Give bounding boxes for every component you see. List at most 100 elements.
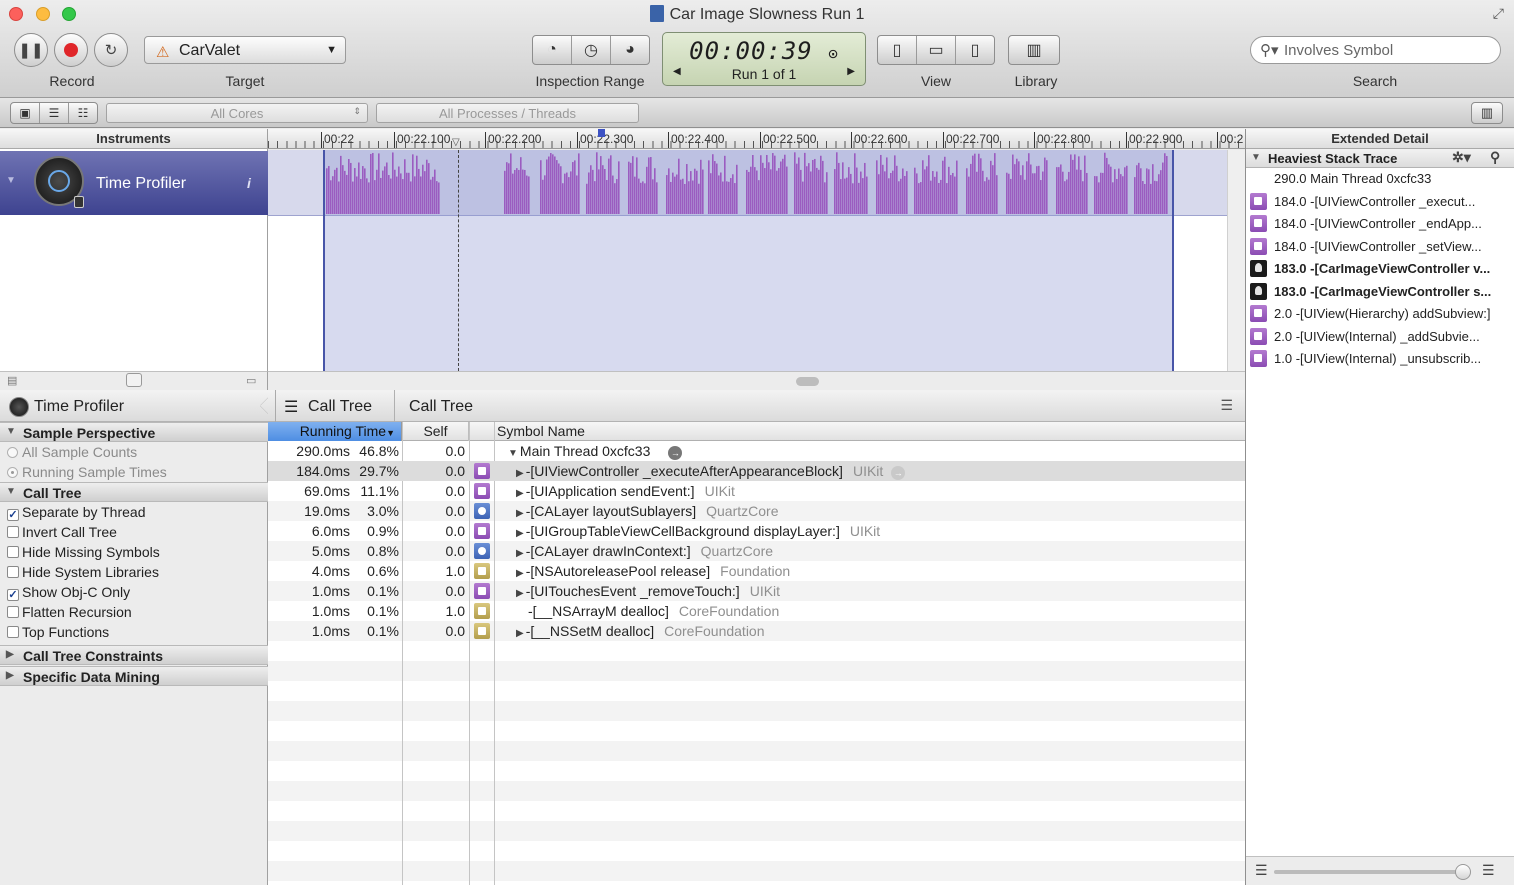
disclosure-closed-icon[interactable]: ▶	[516, 488, 524, 499]
zoom-slider-icon[interactable]	[126, 373, 142, 387]
self-column-header[interactable]: Self	[403, 422, 469, 441]
checkbox-checked-icon[interactable]: ✓	[7, 589, 19, 601]
mode-list-button[interactable]: ☰	[40, 103, 69, 123]
disclosure-closed-icon[interactable]: ▶	[516, 508, 524, 519]
detail-slider-track[interactable]	[1274, 870, 1466, 874]
call-tree-constraints-section[interactable]: ▶ Call Tree Constraints	[0, 645, 268, 665]
calltree-row[interactable]: 5.0ms 0.8% 0.0 ▶ -[CALayer drawInContext:] Qu…	[268, 541, 1245, 561]
symbol-name-column-header[interactable]: Symbol Name	[497, 422, 585, 441]
record-button[interactable]	[54, 33, 88, 67]
vertical-scrollbar[interactable]	[1227, 150, 1245, 371]
stack-frame-row[interactable]: 1.0 -[UIView(Internal) _unsubscrib...	[1246, 348, 1514, 370]
breadcrumb-call-tree[interactable]: Call Tree	[308, 398, 372, 416]
timeline-track[interactable]	[268, 150, 1245, 371]
stack-frame-row[interactable]: 290.0 Main Thread 0xcfc33	[1246, 168, 1514, 190]
timeline-ruler[interactable]: 00:22 00:22.100 00:22.200 00:22.300 00:2…	[268, 129, 1245, 149]
calltree-row[interactable]: 1.0ms 0.1% 1.0 -[__NSArrayM dealloc] CoreFou…	[268, 601, 1245, 621]
calltree-row[interactable]: 69.0ms 11.1% 0.0 ▶ -[UIApplication sendEvent…	[268, 481, 1245, 501]
specific-data-mining-section[interactable]: ▶ Specific Data Mining	[0, 666, 268, 686]
running-time-column-header[interactable]: Running Time▼	[268, 422, 402, 441]
calltree-row[interactable]: 1.0ms 0.1% 0.0 ▶ -[UITouchesEvent _removeTou…	[268, 581, 1245, 601]
stack-frame-row[interactable]: 2.0 -[UIView(Hierarchy) addSubview:]	[1246, 303, 1514, 325]
search-icon[interactable]: ⚲	[1490, 149, 1500, 166]
stack-frame-row[interactable]: 184.0 -[UIViewController _execut...	[1246, 191, 1514, 213]
option-hide-system-libraries[interactable]: Hide System Libraries	[7, 562, 159, 582]
disclosure-open-icon[interactable]: ▼	[508, 448, 518, 459]
heaviest-stack-header[interactable]: ▼ Heaviest Stack Trace ✲▾ ⚲	[1246, 149, 1514, 168]
scroll-thumb[interactable]	[796, 377, 819, 386]
go-arrow-icon[interactable]: →	[891, 466, 906, 480]
breadcrumb-call-tree-current[interactable]: Call Tree	[409, 398, 473, 416]
range-start-button[interactable]: ◔	[533, 36, 572, 64]
cores-popup[interactable]: All Cores ⇕	[106, 103, 368, 123]
list-icon[interactable]: ☰	[284, 397, 298, 417]
previous-run-button[interactable]: ◀	[673, 66, 681, 77]
all-sample-counts-radio[interactable]: All Sample Counts	[7, 442, 137, 462]
next-run-button[interactable]: ▶	[847, 66, 855, 77]
option-separate-by-thread[interactable]: ✓ Separate by Thread	[7, 502, 146, 522]
checkbox-icon[interactable]	[7, 626, 19, 638]
disclosure-closed-icon[interactable]: ▶	[516, 568, 524, 579]
checkbox-icon[interactable]	[7, 606, 19, 618]
expand-icon[interactable]: ☰	[1482, 862, 1495, 879]
range-end-button[interactable]: ◕	[611, 36, 649, 64]
option-hide-missing-symbols[interactable]: Hide Missing Symbols	[7, 542, 160, 562]
search-field[interactable]: ⚲▾ Involves Symbol	[1250, 36, 1501, 64]
disclosure-closed-icon[interactable]: ▶	[516, 588, 524, 599]
uikit-icon	[474, 483, 490, 499]
disclosure-triangle-icon[interactable]: ▼	[6, 175, 16, 186]
stack-frame-row[interactable]: 184.0 -[UIViewController _setView...	[1246, 236, 1514, 258]
option-show-obj-c-only[interactable]: ✓ Show Obj-C Only	[7, 582, 130, 602]
checkbox-checked-icon[interactable]: ✓	[7, 509, 19, 521]
timeline-scrollbar[interactable]	[268, 371, 1245, 390]
disclosure-closed-icon[interactable]: ▶	[516, 628, 524, 639]
instrument-row-time-profiler[interactable]: ▼ Time Profiler i	[0, 151, 268, 215]
view-left-button[interactable]: ▯	[878, 36, 917, 64]
disclosure-triangle-icon[interactable]: ▼	[1251, 152, 1261, 163]
fullscreen-icon[interactable]: ⤢	[1493, 5, 1504, 22]
target-popup[interactable]: ⚠ CarValet ▼	[144, 36, 346, 64]
option-top-functions[interactable]: Top Functions	[7, 622, 109, 642]
mode-detail-button[interactable]: ▣	[11, 103, 40, 123]
graph-icon[interactable]: ▤	[7, 374, 17, 387]
detail-slider-knob[interactable]	[1455, 864, 1471, 880]
stack-frame-row[interactable]: 183.0 -[CarImageViewController s...	[1246, 281, 1514, 303]
collapse-icon[interactable]: ☰	[1255, 862, 1268, 879]
stack-frame-row[interactable]: 183.0 -[CarImageViewController v...	[1246, 258, 1514, 280]
gear-icon[interactable]: ✲▾	[1452, 149, 1471, 166]
running-sample-times-radio[interactable]: Running Sample Times	[7, 462, 167, 482]
range-clock-button[interactable]: ◷	[572, 36, 611, 64]
disclosure-closed-icon[interactable]: ▶	[516, 528, 524, 539]
stack-frame-row[interactable]: 2.0 -[UIView(Internal) _addSubvie...	[1246, 326, 1514, 348]
menu-icon[interactable]: ☰	[1220, 397, 1233, 414]
calltree-row[interactable]: 1.0ms 0.1% 0.0 ▶ -[__NSSetM dealloc] CoreFoun…	[268, 621, 1245, 641]
checkbox-icon[interactable]	[7, 566, 19, 578]
calltree-row[interactable]: 290.0ms 46.8% 0.0 ▼ Main Thread 0xcfc33 →	[268, 441, 1245, 461]
extended-detail-button[interactable]: ▥	[1472, 103, 1502, 123]
playhead-marker[interactable]	[598, 129, 605, 137]
calltree-row[interactable]: 6.0ms 0.9% 0.0 ▶ -[UIGroupTableViewCellBackg…	[268, 521, 1245, 541]
view-bottom-button[interactable]: ▭	[917, 36, 956, 64]
sample-perspective-section[interactable]: ▼ Sample Perspective	[0, 422, 268, 442]
processes-popup[interactable]: All Processes / Threads	[376, 103, 639, 123]
window-icon[interactable]: ▭	[246, 374, 256, 387]
go-arrow-icon[interactable]: →	[668, 446, 683, 460]
info-icon[interactable]: i	[247, 175, 251, 191]
calltree-row[interactable]: 4.0ms 0.6% 1.0 ▶ -[NSAutoreleasePool release…	[268, 561, 1245, 581]
loop-button[interactable]: ↻	[94, 33, 128, 67]
mode-grid-button[interactable]: ☷	[69, 103, 97, 123]
checkbox-icon[interactable]	[7, 526, 19, 538]
call-tree-section[interactable]: ▼ Call Tree	[0, 482, 268, 502]
stack-frame-row[interactable]: 184.0 -[UIViewController _endApp...	[1246, 213, 1514, 235]
disclosure-closed-icon[interactable]: ▶	[516, 468, 524, 479]
option-invert-call-tree[interactable]: Invert Call Tree	[7, 522, 117, 542]
checkbox-icon[interactable]	[7, 546, 19, 558]
calltree-row[interactable]: 19.0ms 3.0% 0.0 ▶ -[CALayer layoutSublayers]…	[268, 501, 1245, 521]
view-right-button[interactable]: ▯	[956, 36, 994, 64]
calltree-row[interactable]: 184.0ms 29.7% 0.0 ▶ -[UIViewController _exec…	[268, 461, 1245, 481]
inspection-flag-icon[interactable]: ▽	[452, 137, 460, 148]
option-flatten-recursion[interactable]: Flatten Recursion	[7, 602, 132, 622]
pause-button[interactable]: ❚❚	[14, 33, 48, 67]
library-button[interactable]: ▥	[1009, 36, 1059, 64]
disclosure-closed-icon[interactable]: ▶	[516, 548, 524, 559]
